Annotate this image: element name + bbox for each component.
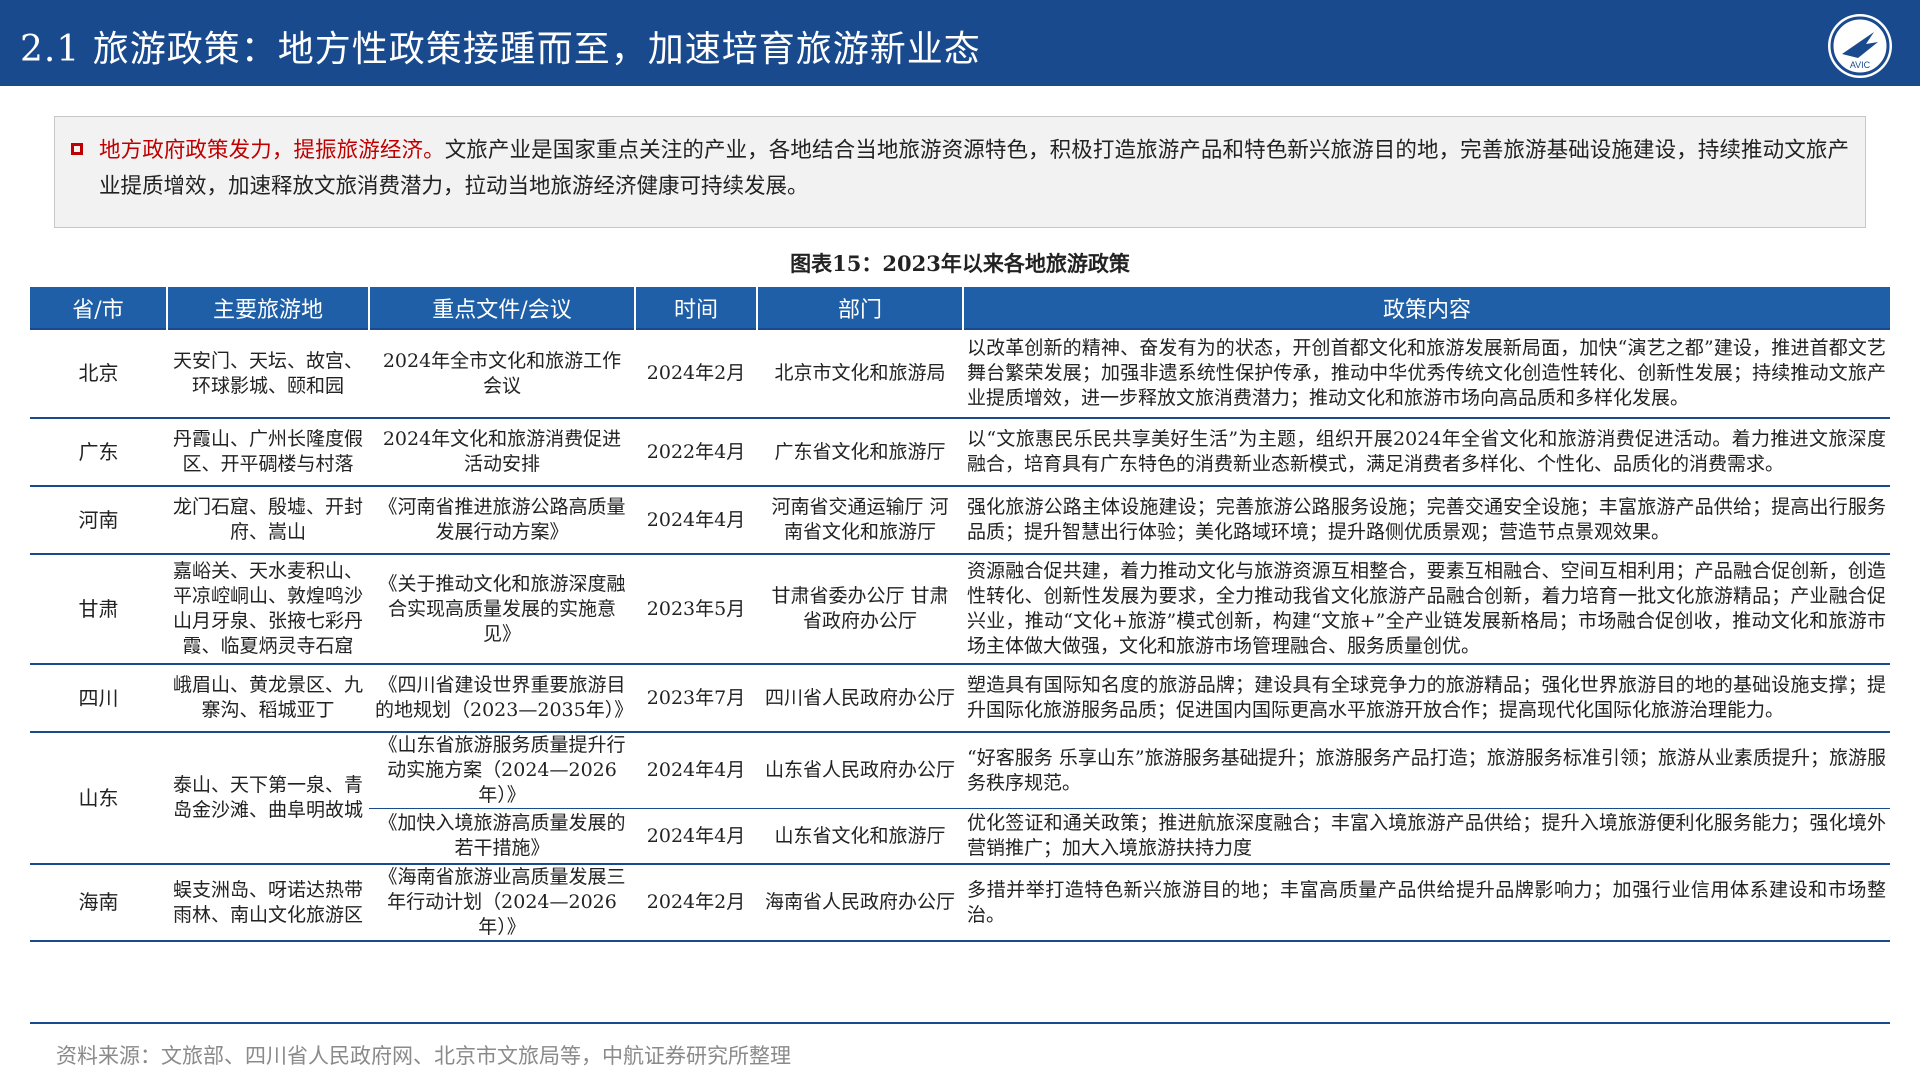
policy-table: 省/市 主要旅游地 重点文件/会议 时间 部门 政策内容 北京 天安门、天坛、故… <box>30 287 1890 942</box>
cell-content: 优化签证和通关政策；推进航旅深度融合；丰富入境旅游产品供给；提升入境旅游便利化服… <box>963 808 1890 865</box>
cell-document: 《四川省建设世界重要旅游目的地规划（2023—2035年）》 <box>369 664 635 733</box>
cell-document: 《海南省旅游业高质量发展三年行动计划（2024—2026年）》 <box>369 864 635 942</box>
cell-sites: 泰山、天下第一泉、青岛金沙滩、曲阜明故城 <box>167 732 369 865</box>
cell-time: 2024年4月 <box>635 732 757 809</box>
cell-time: 2023年7月 <box>635 664 757 733</box>
cell-sites: 天安门、天坛、故宫、环球影城、颐和园 <box>167 328 369 419</box>
cell-document: 《加快入境旅游高质量发展的若干措施》 <box>369 808 635 865</box>
cell-department: 北京市文化和旅游局 <box>757 328 963 419</box>
header-content: 政策内容 <box>963 287 1890 329</box>
cell-sites: 龙门石窟、殷墟、开封府、嵩山 <box>167 486 369 555</box>
summary-text: 地方政府政策发力，提振旅游经济。文旅产业是国家重点关注的产业，各地结合当地旅游资… <box>99 133 1849 205</box>
table-row: 四川 峨眉山、黄龙景区、九寨沟、稻城亚丁 《四川省建设世界重要旅游目的地规划（2… <box>30 664 1890 733</box>
bullet-square-icon <box>71 143 83 155</box>
footer-divider <box>30 1022 1890 1024</box>
cell-content: 以“文旅惠民乐民共享美好生活”为主题，组织开展2024年全省文化和旅游消费促进活… <box>963 418 1890 487</box>
cell-department: 山东省人民政府办公厅 <box>757 732 963 809</box>
cell-department: 海南省人民政府办公厅 <box>757 864 963 942</box>
cell-department: 河南省交通运输厅 河南省文化和旅游厅 <box>757 486 963 555</box>
avic-logo: AVIC <box>1828 14 1892 78</box>
table-row: 甘肃 嘉峪关、天水麦积山、平凉崆峒山、敦煌鸣沙山月牙泉、张掖七彩丹霞、临夏炳灵寺… <box>30 554 1890 665</box>
cell-document: 《关于推动文化和旅游深度融合实现高质量发展的实施意见》 <box>369 554 635 665</box>
source-note: 资料来源：文旅部、四川省人民政府网、北京市文旅局等，中航证券研究所整理 <box>56 1044 791 1068</box>
table-row: 山东 泰山、天下第一泉、青岛金沙滩、曲阜明故城 《山东省旅游服务质量提升行动实施… <box>30 732 1890 865</box>
cell-province: 河南 <box>30 486 167 555</box>
table-row: 广东 丹霞山、广州长隆度假区、开平碉楼与村落 2024年文化和旅游消费促进活动安… <box>30 418 1890 487</box>
cell-sites: 蜈支洲岛、呀诺达热带雨林、南山文化旅游区 <box>167 864 369 942</box>
cell-department: 甘肃省委办公厅 甘肃省政府办公厅 <box>757 554 963 665</box>
logo-text: AVIC <box>1850 60 1871 70</box>
cell-time: 2024年4月 <box>635 808 757 865</box>
header-time: 时间 <box>635 287 758 329</box>
table-row: 河南 龙门石窟、殷墟、开封府、嵩山 《河南省推进旅游公路高质量发展行动方案》 2… <box>30 486 1890 555</box>
cell-province: 四川 <box>30 664 167 733</box>
cell-province: 北京 <box>30 328 167 419</box>
cell-content: 以改革创新的精神、奋发有为的状态，开创首都文化和旅游发展新局面，加快“演艺之都”… <box>963 328 1890 419</box>
cell-time: 2024年2月 <box>635 864 757 942</box>
cell-province: 海南 <box>30 864 167 942</box>
header-sites: 主要旅游地 <box>167 287 370 329</box>
page-title: 2.1 旅游政策：地方性政策接踵而至，加速培育旅游新业态 <box>20 29 981 70</box>
table-caption: 图表15：2023年以来各地旅游政策 <box>790 251 1130 276</box>
cell-province: 广东 <box>30 418 167 487</box>
cell-document: 《河南省推进旅游公路高质量发展行动方案》 <box>369 486 635 555</box>
header-document: 重点文件/会议 <box>369 287 636 329</box>
cell-province: 山东 <box>30 732 167 865</box>
cell-time: 2023年5月 <box>635 554 757 665</box>
summary-lead: 地方政府政策发力，提振旅游经济。 <box>99 138 445 163</box>
header-department: 部门 <box>757 287 964 329</box>
cell-time: 2022年4月 <box>635 418 757 487</box>
cell-content: 多措并举打造特色新兴旅游目的地；丰富高质量产品供给提升品牌影响力；加强行业信用体… <box>963 864 1890 942</box>
cell-sites: 丹霞山、广州长隆度假区、开平碉楼与村落 <box>167 418 369 487</box>
cell-time: 2024年2月 <box>635 328 757 419</box>
cell-department: 广东省文化和旅游厅 <box>757 418 963 487</box>
cell-time: 2024年4月 <box>635 486 757 555</box>
table-row: 海南 蜈支洲岛、呀诺达热带雨林、南山文化旅游区 《海南省旅游业高质量发展三年行动… <box>30 864 1890 942</box>
avic-logo-icon: AVIC <box>1830 16 1890 76</box>
summary-box: 地方政府政策发力，提振旅游经济。文旅产业是国家重点关注的产业，各地结合当地旅游资… <box>54 116 1866 228</box>
cell-content: 资源融合促共建，着力推动文化与旅游资源互相整合，要素互相融合、空间互相利用；产品… <box>963 554 1890 665</box>
table-header-row: 省/市 主要旅游地 重点文件/会议 时间 部门 政策内容 <box>30 287 1890 329</box>
cell-department: 山东省文化和旅游厅 <box>757 808 963 865</box>
cell-content: 强化旅游公路主体设施建设；完善旅游公路服务设施；完善交通安全设施；丰富旅游产品供… <box>963 486 1890 555</box>
header-bar: 2.1 旅游政策：地方性政策接踵而至，加速培育旅游新业态 AVIC <box>0 0 1920 86</box>
cell-content: 塑造具有国际知名度的旅游品牌；建设具有全球竞争力的旅游精品；强化世界旅游目的地的… <box>963 664 1890 733</box>
cell-department: 四川省人民政府办公厅 <box>757 664 963 733</box>
cell-sites: 嘉峪关、天水麦积山、平凉崆峒山、敦煌鸣沙山月牙泉、张掖七彩丹霞、临夏炳灵寺石窟 <box>167 554 369 665</box>
cell-document: 2024年文化和旅游消费促进活动安排 <box>369 418 635 487</box>
cell-content: “好客服务 乐享山东”旅游服务基础提升；旅游服务产品打造；旅游服务标准引领；旅游… <box>963 732 1890 809</box>
cell-sites: 峨眉山、黄龙景区、九寨沟、稻城亚丁 <box>167 664 369 733</box>
cell-document: 2024年全市文化和旅游工作会议 <box>369 328 635 419</box>
header-province: 省/市 <box>30 287 168 329</box>
cell-province: 甘肃 <box>30 554 167 665</box>
table-row: 北京 天安门、天坛、故宫、环球影城、颐和园 2024年全市文化和旅游工作会议 2… <box>30 328 1890 419</box>
cell-document: 《山东省旅游服务质量提升行动实施方案（2024—2026年）》 <box>369 732 635 809</box>
